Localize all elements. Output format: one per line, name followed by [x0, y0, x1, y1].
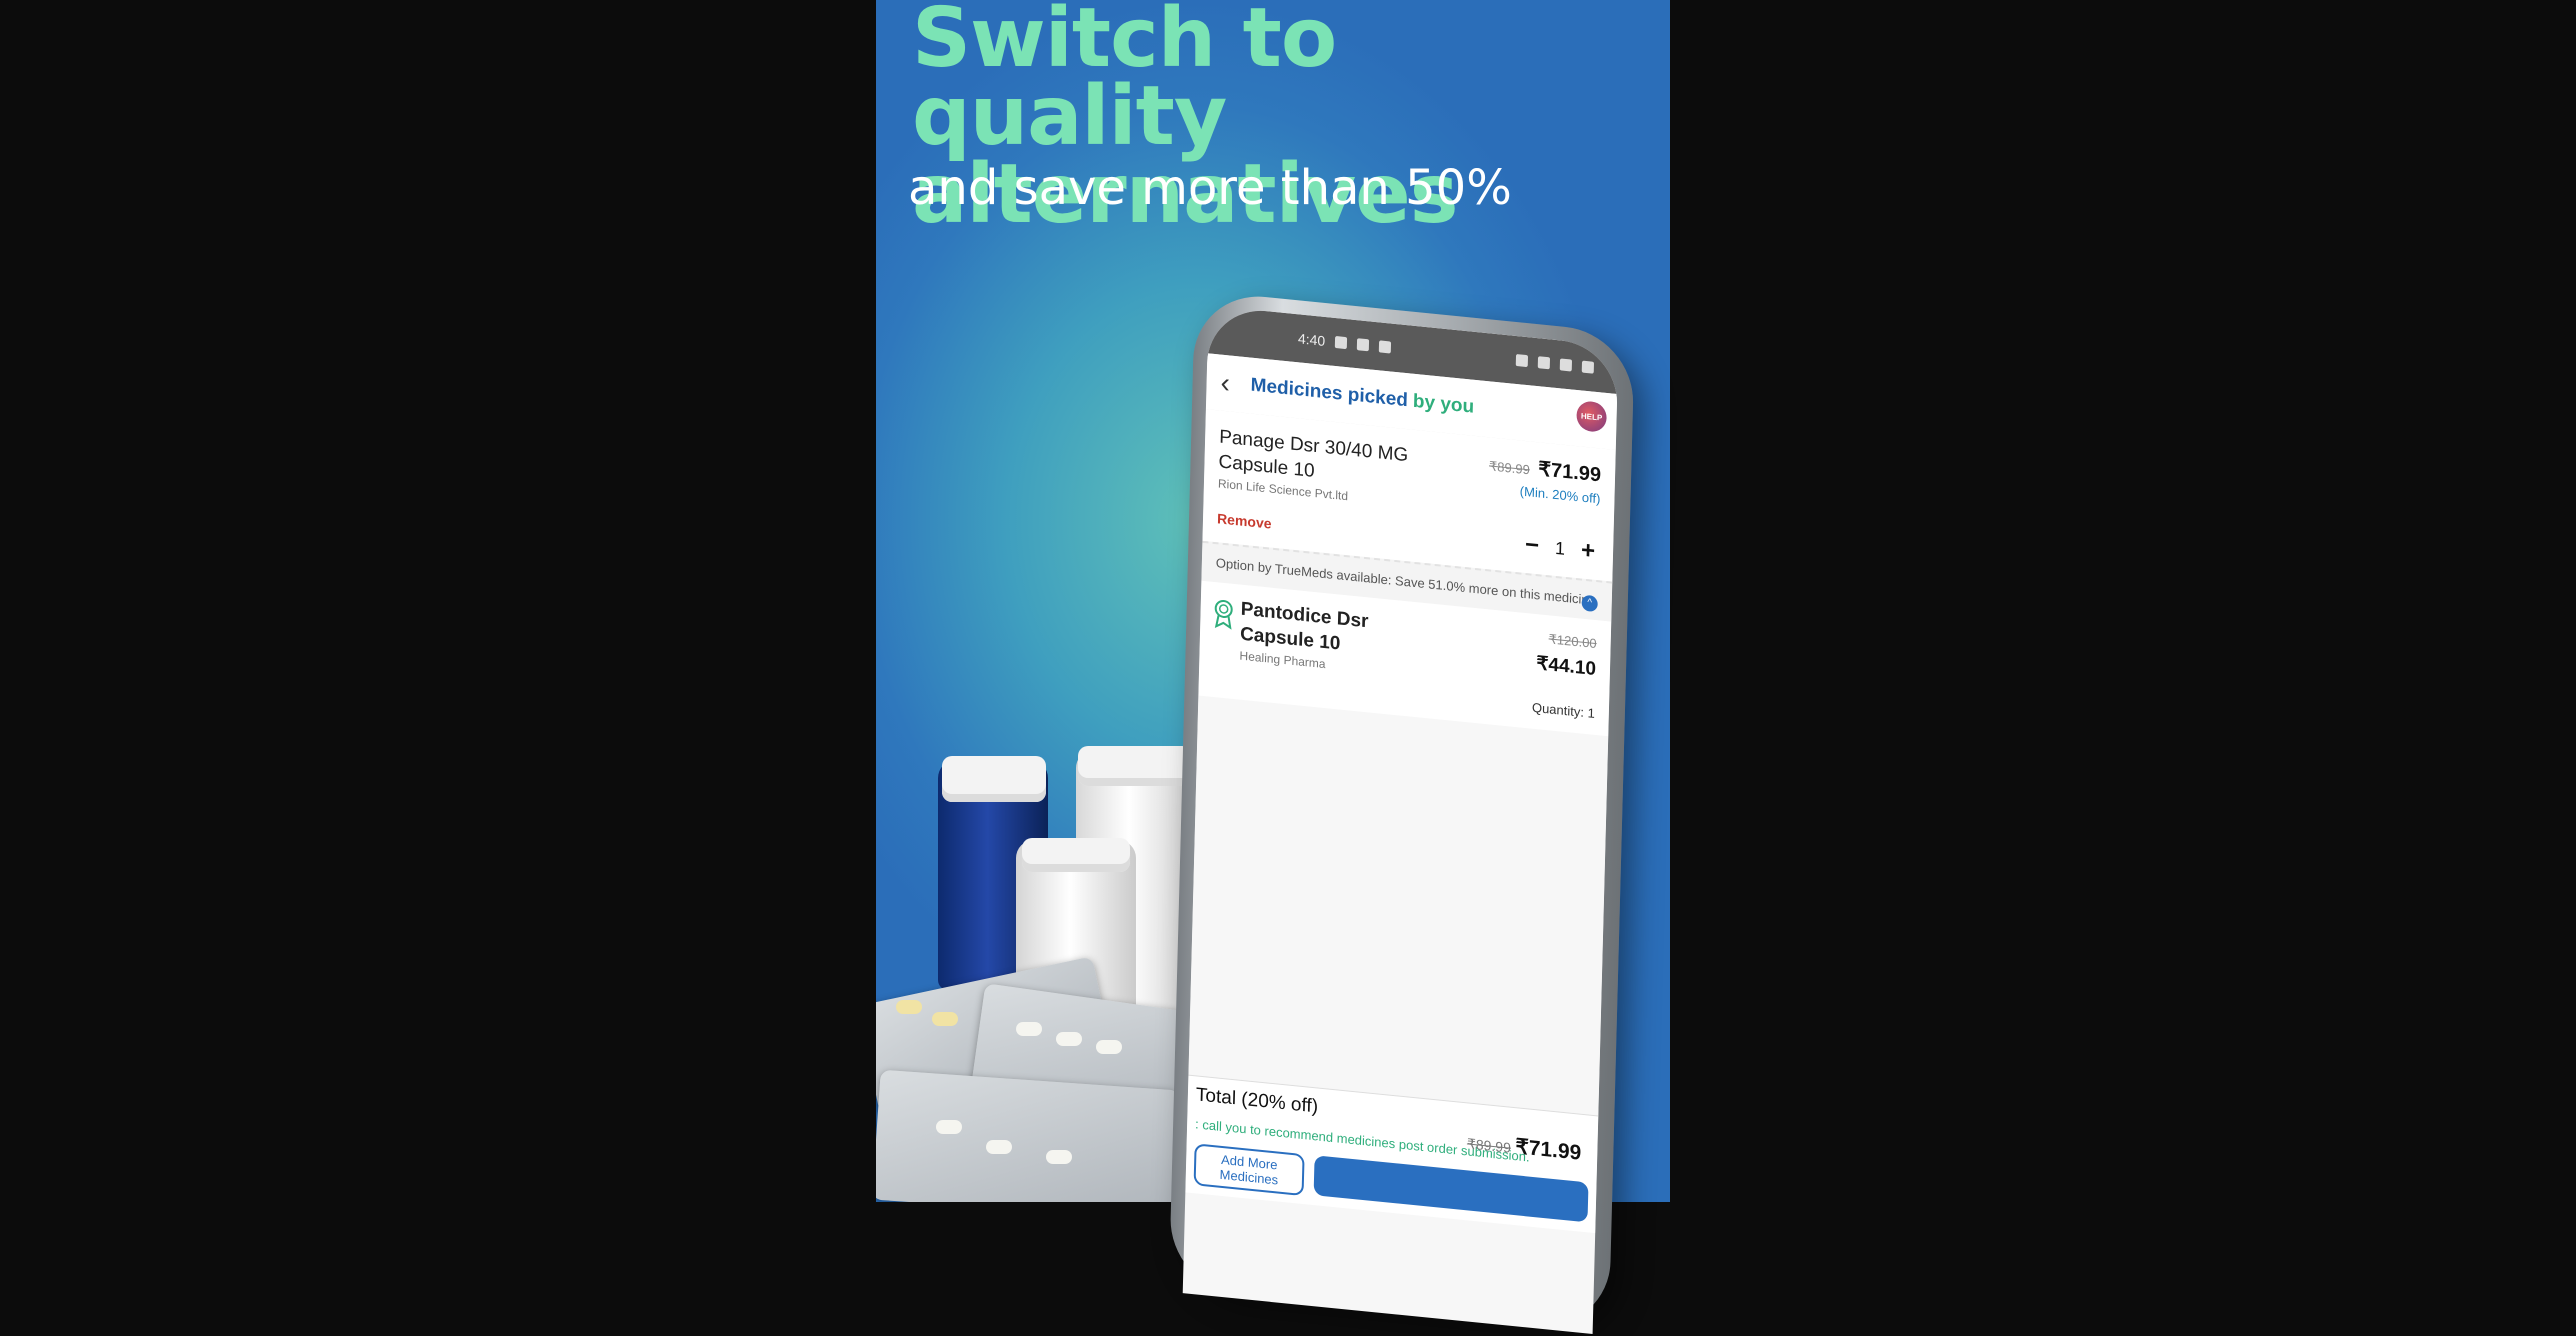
- decrease-quantity-button[interactable]: −: [1525, 531, 1540, 560]
- alternative-price-box: ₹120.00 ₹44.10: [1536, 630, 1597, 681]
- blue-bottle-cap: [942, 756, 1046, 802]
- phone-screen: 4:40 ‹ Medicines picked by you HELP Pana…: [1182, 305, 1619, 1334]
- pill: [1016, 1022, 1042, 1036]
- upload-icon: [1379, 340, 1392, 354]
- notification-icon: [1335, 335, 1348, 350]
- white-bottle-small-cap: [1022, 838, 1130, 872]
- award-ribbon-icon: [1214, 599, 1233, 630]
- pill: [1096, 1040, 1122, 1054]
- signal-icon: [1559, 358, 1573, 372]
- subline: and save more than 50%: [908, 160, 1512, 216]
- status-time: 4:40: [1297, 330, 1326, 349]
- pill: [896, 1000, 922, 1014]
- wifi-icon: [1537, 356, 1551, 370]
- total-mrp: ₹89.99: [1466, 1135, 1512, 1156]
- phone-mockup: 4:40 ‹ Medicines picked by you HELP Pana…: [1168, 290, 1635, 1334]
- pill: [932, 1012, 958, 1026]
- remove-button[interactable]: Remove: [1217, 510, 1272, 531]
- help-button[interactable]: HELP: [1576, 400, 1607, 433]
- chevron-up-icon[interactable]: ^: [1581, 594, 1598, 613]
- quantity-stepper: − 1 +: [1525, 531, 1596, 566]
- pill-strip: [876, 1069, 1181, 1202]
- alternative-mrp: ₹120.00: [1548, 631, 1597, 652]
- alternative-price: ₹44.10: [1536, 653, 1597, 681]
- add-more-medicines-button[interactable]: Add More Medicines: [1193, 1143, 1305, 1197]
- medicine-mrp: ₹89.99: [1488, 458, 1531, 478]
- white-bottle-cap: [1078, 746, 1192, 786]
- empty-space: [1188, 695, 1609, 1116]
- gallery-icon: [1357, 338, 1370, 352]
- price-box: ₹89.99 ₹71.99 (Min. 20% off): [1488, 451, 1602, 506]
- page-title-accent: by you: [1412, 390, 1475, 418]
- pill: [986, 1140, 1012, 1154]
- pill: [1056, 1032, 1082, 1046]
- video-frame: Switch to quality alternatives and save …: [0, 0, 2576, 1334]
- medicine-price: ₹71.99: [1538, 458, 1602, 487]
- pill: [936, 1120, 962, 1134]
- increase-quantity-button[interactable]: +: [1581, 537, 1596, 566]
- quantity-value: 1: [1554, 537, 1566, 559]
- battery-icon: [1581, 360, 1595, 374]
- page-title: Medicines picked: [1250, 374, 1409, 412]
- alarm-icon: [1515, 353, 1529, 368]
- pill: [1046, 1150, 1072, 1164]
- back-arrow-icon[interactable]: ‹: [1220, 367, 1251, 402]
